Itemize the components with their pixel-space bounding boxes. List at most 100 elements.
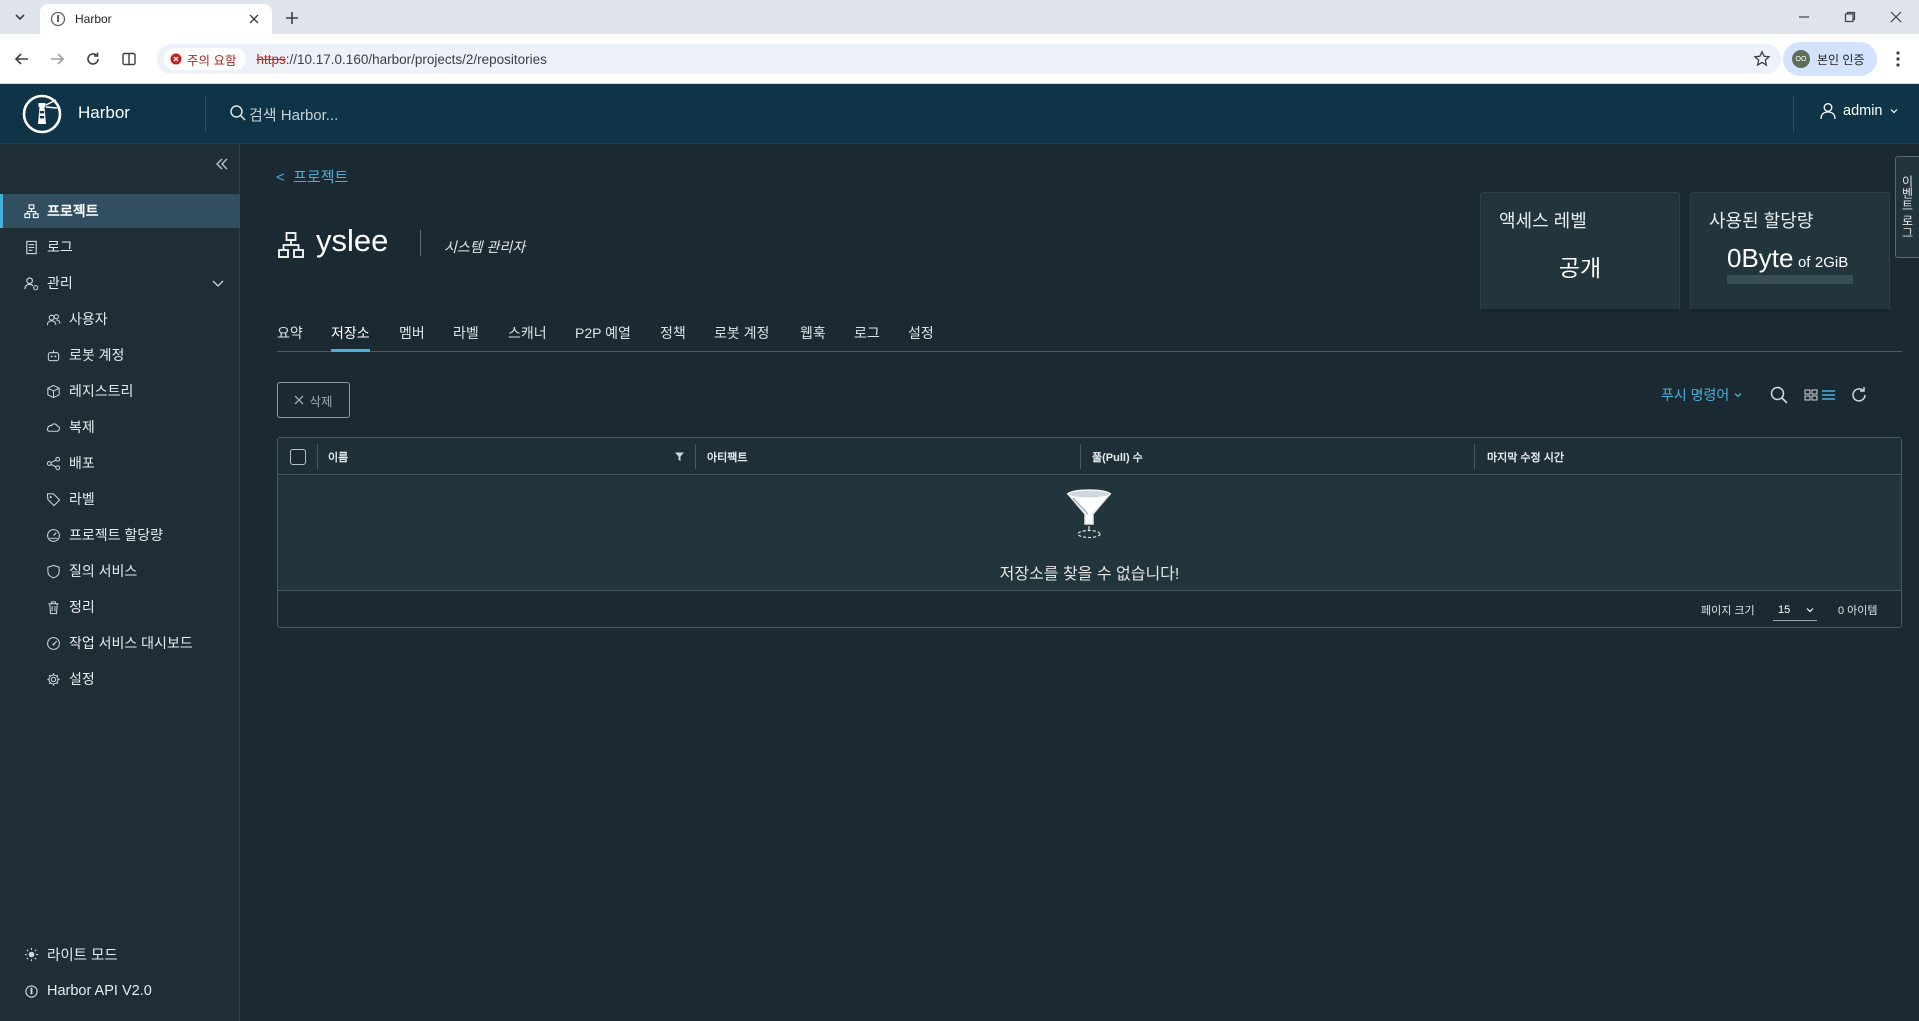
reload-icon[interactable]	[83, 49, 103, 69]
profile-chip[interactable]: OO 본인 인증	[1783, 42, 1877, 76]
tab-webhooks[interactable]: 웹훅	[800, 320, 826, 352]
global-search-input[interactable]: 검색 Harbor...	[249, 104, 338, 125]
browser-tab[interactable]: Harbor	[40, 4, 272, 34]
tab-logs[interactable]: 로그	[854, 320, 880, 352]
url-text[interactable]: https://10.17.0.160/harbor/projects/2/re…	[256, 52, 546, 67]
sidebar-item-label: 관리	[47, 275, 73, 291]
sidebar-item-users[interactable]: 사용자	[0, 302, 240, 336]
event-log-tab[interactable]: 이벤트 로그	[1895, 156, 1919, 258]
tab-close-icon[interactable]	[246, 11, 262, 27]
sidebar-item-distributions[interactable]: 배포	[0, 446, 240, 480]
column-header-artifacts[interactable]: 아티팩트	[707, 438, 1077, 475]
tab-scanner[interactable]: 스캐너	[508, 320, 547, 352]
page-size-select[interactable]: 15	[1773, 599, 1817, 621]
harbor-api-link[interactable]: Harbor API V2.0	[0, 976, 240, 1006]
label-icon	[46, 492, 61, 506]
view-toggle-icon[interactable]	[1804, 385, 1838, 405]
sidebar-item-project-quotas[interactable]: 프로젝트 할당량	[0, 518, 240, 552]
app-header: Harbor 검색 Harbor... admin	[0, 84, 1919, 144]
sidebar-item-label: 레지스트리	[69, 383, 134, 399]
project-icon	[278, 232, 304, 258]
column-header-pulls[interactable]: 풀(Pull) 수	[1092, 438, 1472, 475]
sidebar-item-label: 프로젝트	[47, 203, 99, 219]
user-menu[interactable]: admin	[1819, 102, 1899, 120]
bookmark-star-icon[interactable]	[1753, 50, 1771, 68]
security-label: 주의 요함	[187, 53, 237, 68]
tab-title: Harbor	[75, 12, 112, 26]
item-count: 0 아이템	[1838, 605, 1878, 617]
project-tabs: 요약 저장소 멤버 라벨 스캐너 P2P 예열 정책 로봇 계정 웹훅 로그 설…	[277, 320, 1902, 352]
security-warning-chip[interactable]: 주의 요함	[164, 48, 247, 70]
sidebar-item-interrogation-services[interactable]: 질의 서비스	[0, 554, 240, 588]
column-header-last-modified[interactable]: 마지막 수정 시간	[1487, 438, 1887, 475]
refresh-icon[interactable]	[1849, 385, 1869, 405]
shield-icon	[47, 564, 60, 578]
replication-icon	[46, 422, 60, 432]
sidebar-item-projects[interactable]: 프로젝트	[0, 194, 240, 228]
sidebar-item-labels[interactable]: 라벨	[0, 482, 240, 516]
sidebar-item-configuration[interactable]: 설정	[0, 662, 240, 696]
app-title[interactable]: Harbor	[78, 103, 130, 123]
back-icon[interactable]	[12, 49, 32, 69]
minimize-icon[interactable]	[1794, 8, 1814, 26]
search-icon	[230, 105, 246, 121]
datagrid-footer: 페이지 크기 15 0 아이템	[278, 590, 1901, 627]
access-level-card: 액세스 레벨 공개	[1480, 192, 1680, 312]
sidebar-item-administration[interactable]: 관리	[0, 266, 240, 300]
sidebar-item-registries[interactable]: 레지스트리	[0, 374, 240, 408]
tab-configuration[interactable]: 설정	[908, 320, 934, 352]
tab-p2p-preheat[interactable]: P2P 예열	[575, 320, 631, 352]
sidebar-item-label: 정리	[69, 599, 95, 615]
select-all-checkbox[interactable]	[290, 449, 306, 465]
restore-icon[interactable]	[1840, 8, 1860, 26]
collapse-sidebar-icon[interactable]	[212, 154, 232, 174]
sidebar-item-label: 질의 서비스	[69, 563, 138, 579]
sidebar-item-label: 로그	[47, 239, 73, 255]
tab-labels[interactable]: 라벨	[453, 320, 479, 352]
sidebar-item-label: 프로젝트 할당량	[69, 527, 164, 543]
tab-robot-accounts[interactable]: 로봇 계정	[714, 320, 769, 352]
sidebar-item-job-service-dashboard[interactable]: 작업 서비스 대시보드	[0, 626, 240, 660]
sidebar-item-robot-accounts[interactable]: 로봇 계정	[0, 338, 240, 372]
quota-progress-bar	[1727, 275, 1853, 284]
delete-button[interactable]: 삭제	[277, 382, 350, 418]
filter-icon[interactable]	[674, 451, 685, 462]
profile-label: 본인 인증	[1817, 52, 1865, 67]
harbor-api-label: Harbor API V2.0	[47, 983, 152, 999]
chevron-down-icon	[1890, 109, 1897, 114]
forward-icon[interactable]	[47, 49, 67, 69]
main-content: < 프로젝트 yslee 시스템 관리자 액세스 레벨 공개 사용된 할당량 0…	[241, 144, 1919, 1021]
tab-summary[interactable]: 요약	[277, 320, 303, 352]
avatar: OO	[1792, 50, 1810, 68]
tab-search-dropdown-icon[interactable]	[8, 7, 32, 27]
browser-menu-icon[interactable]	[1888, 49, 1908, 69]
close-window-icon[interactable]	[1886, 8, 1906, 26]
registry-icon	[47, 384, 60, 398]
sidebar-item-label: 라벨	[69, 491, 95, 507]
log-icon	[26, 240, 37, 254]
header-divider	[1793, 96, 1794, 132]
back-to-projects-link[interactable]: < 프로젝트	[276, 166, 348, 187]
column-header-name[interactable]: 이름	[328, 438, 618, 475]
sidebar-item-clean-up[interactable]: 정리	[0, 590, 240, 624]
light-mode-toggle[interactable]: 라이트 모드	[0, 939, 240, 969]
tab-members[interactable]: 멤버	[399, 320, 425, 352]
push-command-dropdown[interactable]: 푸시 명령어	[1661, 385, 1743, 405]
project-role: 시스템 관리자	[444, 239, 526, 255]
tab-repositories[interactable]: 저장소	[331, 320, 370, 352]
empty-message: 저장소를 찾을 수 없습니다!	[999, 566, 1180, 583]
project-name: yslee	[316, 223, 389, 258]
address-bar[interactable]: 주의 요함 https://10.17.0.160/harbor/project…	[157, 44, 1781, 74]
search-icon[interactable]	[1769, 385, 1789, 405]
sidebar-item-replications[interactable]: 복제	[0, 410, 240, 444]
repository-datagrid: 이름 아티팩트 풀(Pull) 수 마지막 수정 시간 저장소를 찾을 수 없습…	[277, 437, 1902, 628]
browser-toolbar: 주의 요함 https://10.17.0.160/harbor/project…	[0, 34, 1919, 84]
new-tab-icon[interactable]	[282, 8, 302, 28]
sidebar-item-logs[interactable]: 로그	[0, 230, 240, 264]
tab-policy[interactable]: 정책	[660, 320, 686, 352]
users-icon	[46, 313, 61, 325]
sidebar-item-label: 배포	[69, 455, 95, 471]
split-view-icon[interactable]	[119, 49, 139, 69]
harbor-logo-icon[interactable]	[22, 94, 62, 134]
sidebar-item-label: 사용자	[69, 311, 108, 327]
